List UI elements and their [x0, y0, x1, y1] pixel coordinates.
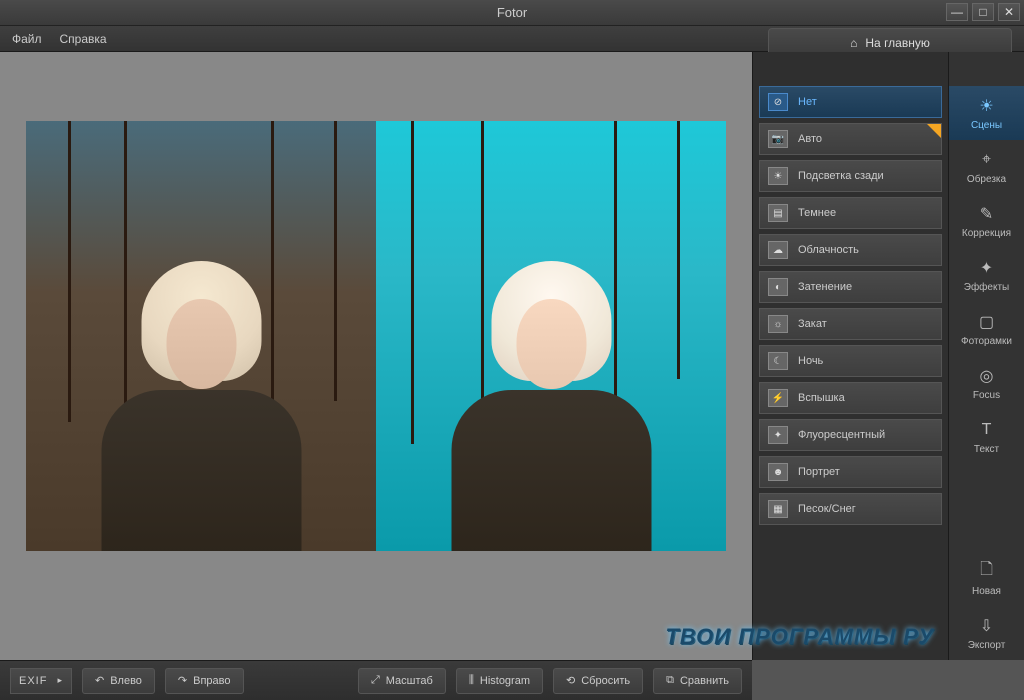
tool-focus[interactable]: ◎ Focus [949, 356, 1024, 410]
scene-label: Нет [798, 96, 817, 108]
scene-label: Ночь [798, 355, 823, 367]
scale-button[interactable]: ⤢Масштаб [358, 668, 446, 694]
preview-after [376, 121, 726, 551]
tool-strip: ☀ Сцены ⌖ Обрезка ✎ Коррекция ✦ Эффекты ▢ Фоторам… [948, 52, 1024, 660]
tool-label: Сцены [971, 120, 1002, 131]
scene-icon: ▤ [768, 204, 788, 222]
compare-button[interactable]: ⧉Сравнить [653, 668, 742, 694]
scene-item-8[interactable]: ⚡ Вспышка [759, 382, 942, 414]
bottom-bar: EXIF ↶Влево ↷Вправо ⤢Масштаб ⫼Histogram … [0, 660, 752, 700]
scene-item-4[interactable]: ☁ Облачность [759, 234, 942, 266]
scale-icon: ⤢ [371, 674, 380, 687]
close-button[interactable]: ✕ [998, 3, 1020, 21]
histogram-button[interactable]: ⫼Histogram [456, 668, 543, 694]
tool-текст[interactable]: T Текст [949, 410, 1024, 464]
scene-label: Авто [798, 133, 822, 145]
rotate-right-button[interactable]: ↷Вправо [165, 668, 244, 694]
tool-сцены[interactable]: ☀ Сцены [949, 86, 1024, 140]
rotate-right-icon: ↷ [178, 674, 187, 687]
scene-label: Вспышка [798, 392, 845, 404]
scene-label: Портрет [798, 466, 840, 478]
reset-button[interactable]: ⟲Сбросить [553, 668, 643, 694]
scene-item-1[interactable]: 📷 Авто [759, 123, 942, 155]
scene-item-10[interactable]: ☻ Портрет [759, 456, 942, 488]
histogram-icon: ⫼ [469, 674, 474, 687]
scene-item-7[interactable]: ☾ Ночь [759, 345, 942, 377]
app-title: Fotor [497, 5, 527, 20]
scene-icon: ✦ [768, 426, 788, 444]
scene-item-6[interactable]: ☼ Закат [759, 308, 942, 340]
menu-help[interactable]: Справка [60, 32, 107, 46]
home-label: На главную [865, 36, 929, 50]
tool-коррекция[interactable]: ✎ Коррекция [949, 194, 1024, 248]
compare-icon: ⧉ [666, 674, 674, 687]
tool-эффекты[interactable]: ✦ Эффекты [949, 248, 1024, 302]
tool-icon: ✦ [977, 258, 997, 278]
scene-icon: ⚡ [768, 389, 788, 407]
tool-экспорт[interactable]: ⇩ Экспорт [949, 606, 1024, 660]
tool-label: Обрезка [967, 174, 1006, 185]
scene-label: Песок/Снег [798, 503, 856, 515]
rotate-left-icon: ↶ [95, 674, 104, 687]
scene-item-0[interactable]: ⊘ Нет [759, 86, 942, 118]
tool-label: Текст [974, 444, 999, 455]
tool-label: Новая [972, 586, 1001, 597]
scene-label: Облачность [798, 244, 859, 256]
tool-icon: ◎ [977, 366, 997, 386]
tool-icon: ⌖ [977, 150, 997, 170]
minimize-button[interactable]: — [946, 3, 968, 21]
scene-icon: ☼ [768, 315, 788, 333]
tool-label: Focus [973, 390, 1000, 401]
tool-icon: ▢ [977, 312, 997, 332]
tool-icon: ☀ [977, 96, 997, 116]
image-preview[interactable] [26, 121, 726, 551]
window-controls: — □ ✕ [946, 3, 1020, 21]
home-icon: ⌂ [850, 36, 857, 50]
scene-icon: ⊘ [768, 93, 788, 111]
scene-item-2[interactable]: ☀ Подсветка сзади [759, 160, 942, 192]
watermark: ТВОИ ПРОГРАММЫ РУ [665, 624, 934, 650]
scene-icon: ☾ [768, 352, 788, 370]
canvas-area [0, 52, 752, 660]
scene-item-3[interactable]: ▤ Темнее [759, 197, 942, 229]
scene-label: Закат [798, 318, 827, 330]
scene-icon: ☻ [768, 463, 788, 481]
scene-item-5[interactable]: ◐ Затенение [759, 271, 942, 303]
scene-icon: ▦ [768, 500, 788, 518]
scenes-panel: ⊘ Нет 📷 Авто ☀ Подсветка сзади ▤ Темнее ☁ Облачно… [752, 52, 948, 660]
titlebar: Fotor — □ ✕ [0, 0, 1024, 26]
scene-label: Темнее [798, 207, 836, 219]
tool-обрезка[interactable]: ⌖ Обрезка [949, 140, 1024, 194]
maximize-button[interactable]: □ [972, 3, 994, 21]
tool-новая[interactable]: 🗋 Новая [949, 552, 1024, 606]
scene-label: Флуоресцентный [798, 429, 885, 441]
tool-icon: T [977, 420, 997, 440]
tool-label: Эффекты [964, 282, 1009, 293]
scene-label: Затенение [798, 281, 852, 293]
scene-icon: ☀ [768, 167, 788, 185]
scene-item-9[interactable]: ✦ Флуоресцентный [759, 419, 942, 451]
preview-before [26, 121, 376, 551]
menu-file[interactable]: Файл [12, 32, 42, 46]
scene-item-11[interactable]: ▦ Песок/Снег [759, 493, 942, 525]
tool-icon: ✎ [977, 204, 997, 224]
tool-фоторамки[interactable]: ▢ Фоторамки [949, 302, 1024, 356]
tool-icon: ⇩ [977, 616, 997, 636]
tool-icon: 🗋 [977, 562, 997, 582]
rotate-left-button[interactable]: ↶Влево [82, 668, 155, 694]
reset-icon: ⟲ [566, 674, 575, 687]
scene-icon: ☁ [768, 241, 788, 259]
scene-icon: 📷 [768, 130, 788, 148]
main-area: ⊘ Нет 📷 Авто ☀ Подсветка сзади ▤ Темнее ☁ Облачно… [0, 52, 1024, 660]
tool-label: Фоторамки [961, 336, 1012, 347]
scene-label: Подсветка сзади [798, 170, 884, 182]
tool-label: Коррекция [962, 228, 1011, 239]
exif-button[interactable]: EXIF [10, 668, 72, 694]
tool-label: Экспорт [968, 640, 1006, 651]
scene-icon: ◐ [768, 278, 788, 296]
